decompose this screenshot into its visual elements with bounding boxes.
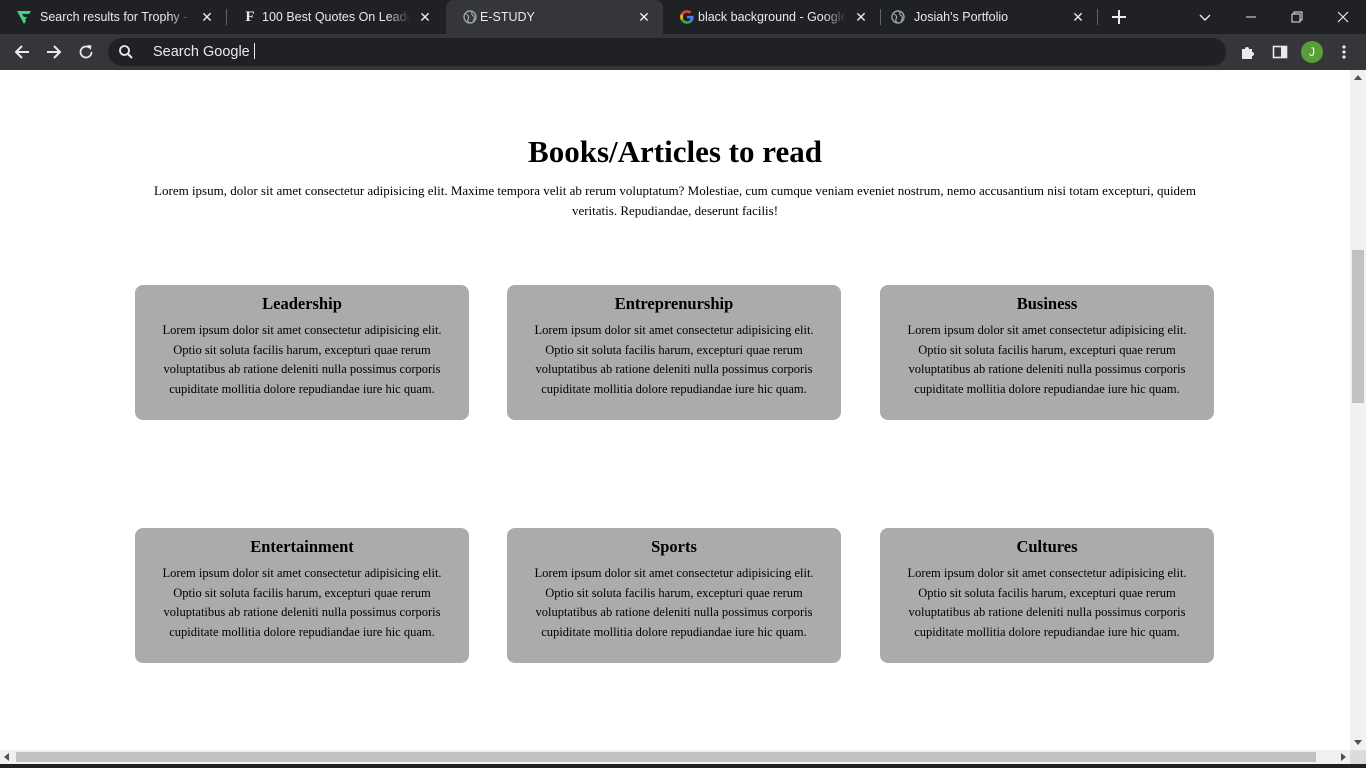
scroll-down-arrow[interactable]: [1354, 740, 1362, 745]
vertical-scrollbar[interactable]: [1350, 70, 1366, 750]
scrollbar-corner: [1350, 750, 1366, 764]
card-title: Entertainment: [250, 537, 354, 556]
card-leadership: Leadership Lorem ipsum dolor sit amet co…: [135, 285, 469, 420]
tab-forbes[interactable]: F 100 Best Quotes On Leadership ✕: [226, 0, 444, 34]
card-text: Lorem ipsum dolor sit amet consectetur a…: [907, 323, 1187, 397]
restore-button[interactable]: [1274, 0, 1320, 34]
chevron-down-icon: [1199, 14, 1211, 21]
search-icon: [119, 45, 133, 59]
card-text: Lorem ipsum dolor sit amet consectetur a…: [162, 323, 442, 397]
taskbar-edge: [0, 764, 1366, 768]
close-icon[interactable]: ✕: [1071, 10, 1085, 24]
close-window-button[interactable]: [1320, 0, 1366, 34]
forbes-f-icon: F: [245, 8, 255, 25]
tab-flaticon[interactable]: Search results for Trophy - Flaticon ✕: [0, 0, 226, 34]
card-entertainment: Entertainment Lorem ipsum dolor sit amet…: [135, 528, 469, 663]
card-sports: Sports Lorem ipsum dolor sit amet consec…: [507, 528, 841, 663]
back-button[interactable]: [8, 38, 36, 66]
side-panel-icon: [1272, 45, 1288, 59]
tab-title: E-STUDY: [480, 10, 535, 24]
arrow-right-icon: [47, 45, 62, 59]
extensions-button[interactable]: [1234, 38, 1262, 66]
kebab-menu-icon: [1342, 45, 1346, 59]
close-icon[interactable]: ✕: [637, 10, 651, 24]
page-intro: Lorem ipsum, dolor sit amet consectetur …: [154, 183, 1196, 218]
side-panel-button[interactable]: [1266, 38, 1294, 66]
reload-icon: [79, 45, 93, 59]
plus-icon: [1112, 10, 1126, 24]
address-bar-text: Search Google: [153, 38, 255, 66]
card-text: Lorem ipsum dolor sit amet consectetur a…: [907, 566, 1187, 640]
card-text: Lorem ipsum dolor sit amet consectetur a…: [534, 323, 814, 397]
forward-button[interactable]: [40, 38, 68, 66]
card-title: Leadership: [262, 294, 342, 313]
tab-strip: Search results for Trophy - Flaticon ✕ F…: [0, 0, 1366, 34]
scroll-up-arrow[interactable]: [1354, 75, 1362, 80]
text-caret: [253, 43, 255, 59]
tab-title: Josiah's Portfolio: [914, 10, 1009, 24]
restore-icon: [1291, 11, 1303, 23]
browser-toolbar: Search Google: [0, 34, 1366, 70]
menu-button[interactable]: [1330, 38, 1358, 66]
horizontal-scrollbar[interactable]: [0, 750, 1350, 764]
arrow-left-icon: [14, 45, 29, 59]
tab-e-study[interactable]: E-STUDY ✕: [446, 0, 663, 34]
minimize-icon: [1246, 16, 1256, 18]
tab-title: black background - Google Search: [698, 10, 846, 24]
scroll-right-arrow[interactable]: [1341, 753, 1346, 761]
minimize-button[interactable]: [1228, 0, 1274, 34]
page-title: Books/Articles to read: [528, 134, 822, 169]
puzzle-piece-icon: [1242, 47, 1254, 59]
vertical-scroll-thumb[interactable]: [1352, 250, 1364, 403]
new-tab-button[interactable]: [1108, 6, 1130, 28]
tab-search-button[interactable]: [1182, 0, 1228, 34]
close-icon[interactable]: ✕: [200, 10, 214, 24]
globe-icon: [462, 9, 478, 25]
card-business: Business Lorem ipsum dolor sit amet cons…: [880, 285, 1214, 420]
page-content: Books/Articles to read Lorem ipsum, dolo…: [0, 70, 1350, 750]
tab-google-search[interactable]: black background - Google Search ✕: [663, 0, 880, 34]
tab-title: 100 Best Quotes On Leadership: [262, 10, 410, 24]
card-text: Lorem ipsum dolor sit amet consectetur a…: [534, 566, 814, 640]
close-icon[interactable]: ✕: [854, 10, 868, 24]
flaticon-icon: [16, 9, 32, 25]
card-title: Business: [1016, 294, 1078, 313]
profile-avatar[interactable]: J: [1301, 41, 1323, 63]
close-icon: [1337, 11, 1349, 23]
tab-josiahs-portfolio[interactable]: Josiah's Portfolio ✕: [880, 0, 1097, 34]
card-title: Cultures: [1016, 537, 1078, 556]
globe-icon: [890, 9, 906, 25]
card-entreprenurship: Entreprenurship Lorem ipsum dolor sit am…: [507, 285, 841, 420]
card-cultures: Cultures Lorem ipsum dolor sit amet cons…: [880, 528, 1214, 663]
reload-button[interactable]: [72, 38, 100, 66]
tab-title: Search results for Trophy - Flaticon: [40, 10, 192, 24]
close-icon[interactable]: ✕: [418, 10, 432, 24]
scroll-left-arrow[interactable]: [4, 753, 9, 761]
address-bar[interactable]: Search Google: [108, 38, 1226, 66]
card-title: Sports: [651, 537, 697, 556]
card-title: Entreprenurship: [614, 294, 734, 313]
card-text: Lorem ipsum dolor sit amet consectetur a…: [162, 566, 442, 640]
horizontal-scroll-thumb[interactable]: [16, 752, 1316, 762]
google-icon: [679, 9, 695, 25]
tab-divider: [1097, 9, 1098, 25]
